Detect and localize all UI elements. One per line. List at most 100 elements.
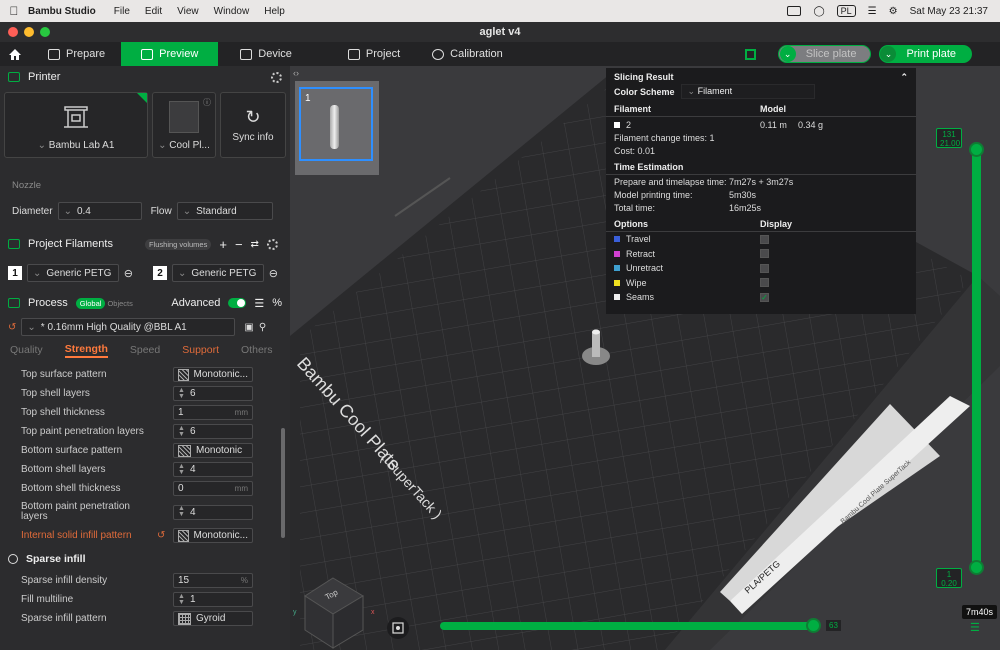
flow-select[interactable]: ⌄ Standard bbox=[176, 202, 273, 220]
spinner-icon[interactable]: ▲ ▼ bbox=[178, 387, 185, 400]
param-spin-input[interactable]: ▲ ▼ 6 bbox=[173, 386, 253, 401]
toggle-objects[interactable]: Objects bbox=[107, 299, 132, 308]
apple-icon[interactable]:  bbox=[0, 4, 28, 18]
param-text-input[interactable]: 15% bbox=[173, 573, 253, 588]
close-window-button[interactable] bbox=[8, 27, 18, 37]
slice-dropdown-icon[interactable]: ⌄ bbox=[779, 46, 796, 62]
subtab-quality[interactable]: Quality bbox=[10, 344, 43, 356]
slicing-result-panel: Slicing Result ⌃ Color Scheme ⌄ Filament… bbox=[606, 68, 916, 314]
model-pin[interactable] bbox=[592, 332, 600, 357]
spinner-icon[interactable]: ▲ ▼ bbox=[178, 505, 185, 518]
sync-info-button[interactable]: ↻ Sync info bbox=[220, 92, 286, 158]
search-icon[interactable]: ⚲ bbox=[259, 322, 266, 333]
add-filament-icon[interactable]: + bbox=[219, 237, 227, 252]
tab-device[interactable]: Device bbox=[218, 42, 308, 66]
fit-view-button[interactable] bbox=[387, 617, 409, 639]
wifi-icon[interactable]: ☰ bbox=[868, 6, 877, 17]
move-slider-track[interactable] bbox=[440, 622, 818, 630]
diameter-select[interactable]: ⌄ 0.4 bbox=[57, 202, 142, 220]
subtab-support[interactable]: Support bbox=[182, 344, 219, 356]
param-spin-input[interactable]: ▲ ▼ 4 bbox=[173, 462, 253, 477]
filament-1-color[interactable]: 1 bbox=[8, 266, 22, 280]
plate-thumbnail[interactable]: 1 bbox=[295, 81, 379, 175]
layout-icon[interactable] bbox=[744, 48, 756, 60]
tab-calibration[interactable]: Calibration bbox=[416, 42, 519, 66]
tab-device-label: Device bbox=[258, 48, 292, 60]
screen-mirror-icon[interactable] bbox=[787, 6, 802, 16]
home-button[interactable] bbox=[0, 42, 30, 66]
info-icon[interactable]: ⓘ bbox=[203, 97, 211, 108]
plate-type-card[interactable]: ⓘ ⌄ Cool Pl... bbox=[152, 92, 216, 158]
option-checkbox[interactable] bbox=[760, 278, 769, 288]
menu-window[interactable]: Window bbox=[214, 6, 250, 17]
option-checkbox[interactable] bbox=[760, 249, 769, 259]
filament-1-select[interactable]: ⌄ Generic PETG bbox=[26, 264, 119, 282]
option-checkbox[interactable] bbox=[760, 234, 769, 244]
menu-help[interactable]: Help bbox=[264, 6, 285, 17]
param-pattern-select[interactable]: Gyroid bbox=[173, 611, 253, 626]
layers-icon[interactable]: ☰ bbox=[970, 621, 982, 634]
collapse-sidebar-icon[interactable]: ‹› bbox=[293, 68, 299, 78]
control-center-icon[interactable]: ⚙ bbox=[889, 6, 898, 17]
option-checkbox[interactable] bbox=[760, 263, 769, 273]
input-source-badge[interactable]: PL bbox=[836, 5, 856, 17]
subtab-strength[interactable]: Strength bbox=[64, 343, 108, 358]
slice-plate-button[interactable]: ⌄ Slice plate bbox=[777, 45, 872, 63]
remove-filament-icon[interactable]: − bbox=[235, 237, 243, 252]
layer-slider-track[interactable] bbox=[972, 148, 981, 568]
compare-icon[interactable]: % bbox=[272, 297, 282, 309]
print-plate-button[interactable]: ⌄ Print plate bbox=[879, 45, 972, 63]
menu-view[interactable]: View bbox=[177, 6, 199, 17]
reset-icon[interactable]: ↺ bbox=[8, 322, 16, 333]
param-pattern-select[interactable]: Monotonic bbox=[173, 443, 253, 458]
printer-select-card[interactable]: ⌄ Bambu Lab A1 bbox=[4, 92, 148, 158]
process-preset-select[interactable]: ⌄ * 0.16mm High Quality @BBL A1 bbox=[21, 318, 236, 336]
sync-filament-icon[interactable]: ⇄ bbox=[251, 239, 259, 250]
toggle-global[interactable]: Global bbox=[75, 297, 106, 309]
filament-1-remove-icon[interactable]: ⊖ bbox=[124, 267, 133, 280]
filament-2-remove-icon[interactable]: ⊖ bbox=[269, 267, 278, 280]
print-dropdown-icon[interactable]: ⌄ bbox=[880, 46, 897, 62]
zoom-window-button[interactable] bbox=[40, 27, 50, 37]
param-text-input[interactable]: 0 mm bbox=[173, 481, 253, 496]
time-value: 5m30s bbox=[729, 189, 757, 200]
layer-bottom-handle[interactable] bbox=[969, 560, 984, 575]
param-text-input[interactable]: 1 mm bbox=[173, 405, 253, 420]
flushing-volumes-button[interactable]: Flushing volumes bbox=[144, 238, 212, 250]
subtab-speed[interactable]: Speed bbox=[130, 344, 160, 356]
reset-icon[interactable]: ↺ bbox=[157, 530, 173, 541]
filament-2-color[interactable]: 2 bbox=[153, 266, 167, 280]
tab-preview[interactable]: Preview bbox=[121, 42, 219, 66]
option-checkbox-checked[interactable]: ✓ bbox=[760, 292, 769, 302]
subtab-others[interactable]: Others bbox=[241, 344, 273, 356]
tab-prepare[interactable]: Prepare bbox=[30, 42, 121, 66]
param-pattern-select[interactable]: Monotonic... bbox=[173, 528, 253, 543]
save-preset-icon[interactable]: ▣ bbox=[244, 322, 253, 333]
filament-2-select[interactable]: ⌄ Generic PETG bbox=[171, 264, 264, 282]
move-slider-handle[interactable] bbox=[806, 618, 821, 633]
display-icon[interactable]: ◯ bbox=[813, 6, 824, 17]
time-value: 16m25s bbox=[729, 202, 762, 213]
filament-settings-icon[interactable] bbox=[266, 238, 278, 250]
collapse-panel-icon[interactable]: ⌃ bbox=[900, 72, 908, 83]
minimize-window-button[interactable] bbox=[24, 27, 34, 37]
tab-project[interactable]: Project bbox=[308, 42, 416, 66]
layer-top-handle[interactable] bbox=[969, 142, 984, 157]
menu-edit[interactable]: Edit bbox=[145, 6, 162, 17]
param-spin-input[interactable]: ▲ ▼ 1 bbox=[173, 592, 253, 607]
color-scheme-select[interactable]: ⌄ Filament bbox=[680, 84, 815, 99]
spinner-icon[interactable]: ▲ ▼ bbox=[178, 593, 185, 606]
app-menu[interactable]: Bambu Studio bbox=[28, 6, 96, 17]
param-spin-input[interactable]: ▲ ▼ 6 bbox=[173, 424, 253, 439]
param-pattern-select[interactable]: Monotonic... bbox=[173, 367, 253, 382]
spinner-icon[interactable]: ▲ ▼ bbox=[178, 463, 185, 476]
param-spin-input[interactable]: ▲ ▼ 4 bbox=[173, 504, 253, 520]
advanced-toggle[interactable] bbox=[228, 298, 247, 308]
clock[interactable]: Sat May 23 21:37 bbox=[910, 6, 988, 17]
sidebar-scrollbar[interactable] bbox=[281, 428, 285, 538]
spinner-icon[interactable]: ▲ ▼ bbox=[178, 425, 185, 438]
menu-file[interactable]: File bbox=[114, 6, 130, 17]
list-icon[interactable]: ☰ bbox=[254, 297, 264, 310]
param-label: Sparse infill pattern bbox=[21, 612, 107, 624]
printer-settings-icon[interactable] bbox=[271, 71, 282, 83]
